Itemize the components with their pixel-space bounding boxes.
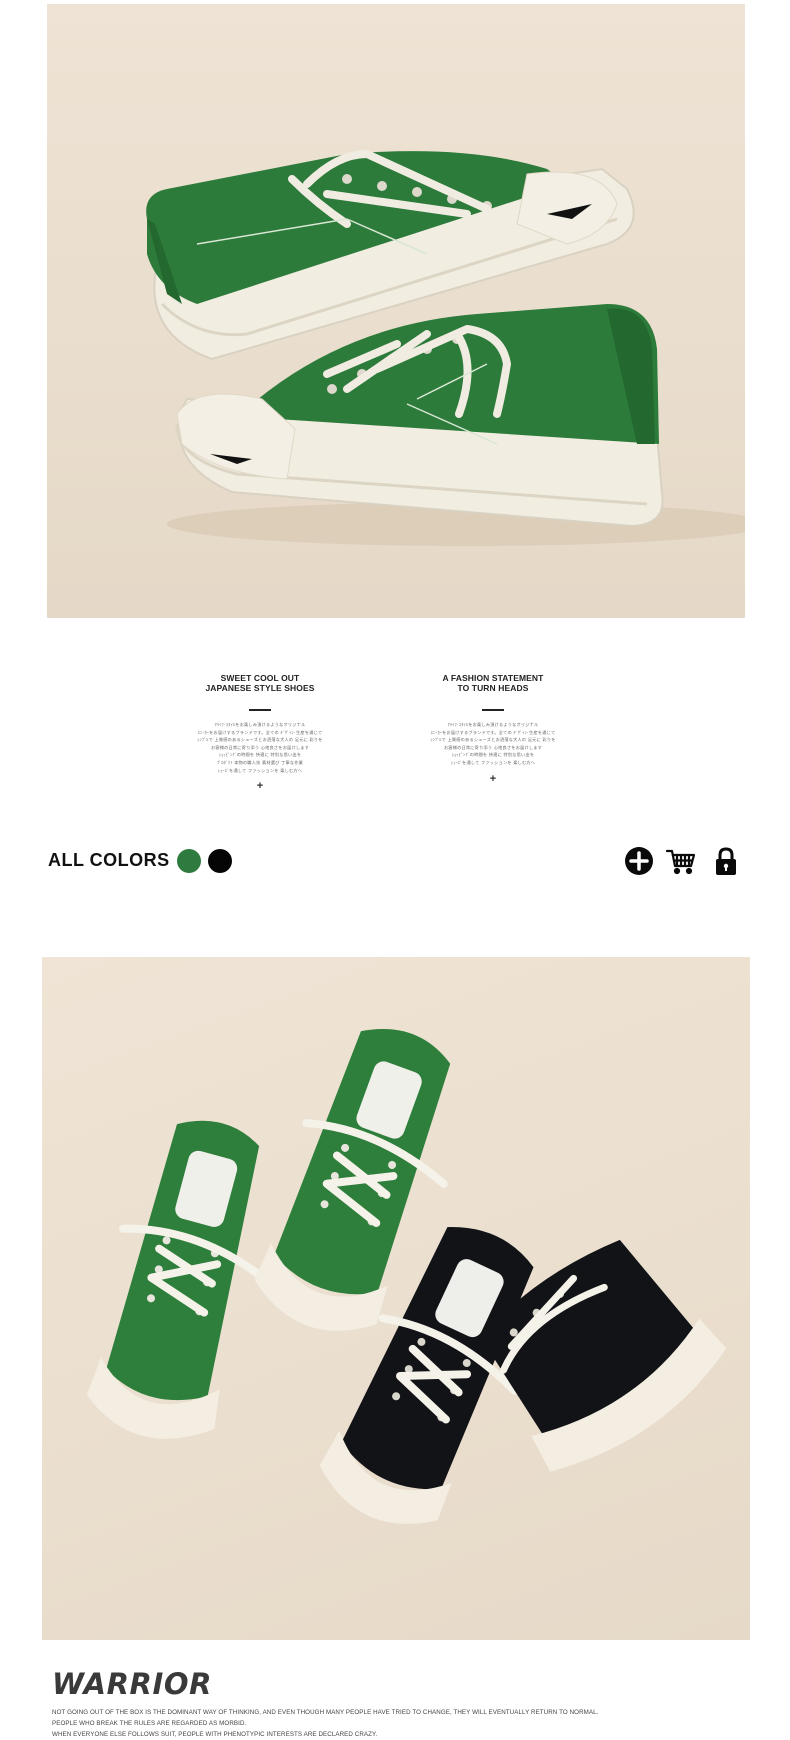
tagline-block-left: SWEET COOL OUT JAPANESE STYLE SHOES ﾏﾗｲﾌ… (185, 673, 335, 792)
brand-copy-line: PEOPLE WHO BREAK THE RULES ARE REGARDED … (52, 1720, 247, 1727)
tagline-title-line2: JAPANESE STYLE SHOES (205, 683, 315, 693)
cart-icon[interactable] (665, 845, 697, 877)
tagline-title-line2: TO TURN HEADS (457, 683, 529, 693)
tagline-block-right: A FASHION STATEMENT TO TURN HEADS ﾏﾗｲﾌ･ｽ… (418, 673, 568, 785)
tagline-body: ﾏﾗｲﾌ･ｽﾀｲﾙをお楽しみ頂けるようなオリジナル ｽﾆｰｶｰをお届けするブラン… (197, 722, 323, 773)
color-swatch-black[interactable] (208, 849, 232, 873)
hero-product-photo (47, 4, 745, 618)
tagline-title-line1: SWEET COOL OUT (220, 673, 300, 683)
color-swatch-green[interactable] (177, 849, 201, 873)
divider (482, 709, 504, 711)
brand-copy-line: NOT GOING OUT OF THE BOX IS THE DOMINANT… (52, 1709, 599, 1716)
flatlay-sneakers-illustration (86, 1029, 727, 1524)
lock-icon[interactable] (710, 845, 742, 877)
plus-icon: + (256, 780, 264, 793)
brand-title: WARRIOR (52, 1667, 213, 1701)
stacked-sneakers-illustration (146, 149, 745, 546)
tagline-title-line1: A FASHION STATEMENT (442, 673, 544, 683)
divider (249, 709, 271, 711)
tagline-body: ﾏﾗｲﾌ･ｽﾀｲﾙをお楽しみ頂けるようなオリジナル ｽﾆｰｶｰをお届けするブラン… (430, 722, 556, 765)
add-icon[interactable] (623, 845, 655, 877)
flatlay-product-photo (42, 957, 750, 1640)
all-colors-label: ALL COLORS (48, 850, 170, 870)
colors-row: ALL COLORS (48, 840, 748, 880)
plus-icon: + (489, 772, 497, 785)
brand-copy: NOT GOING OUT OF THE BOX IS THE DOMINANT… (52, 1707, 752, 1740)
brand-copy-line: WHEN EVERYONE ELSE FOLLOWS SUIT, PEOPLE … (52, 1731, 378, 1738)
